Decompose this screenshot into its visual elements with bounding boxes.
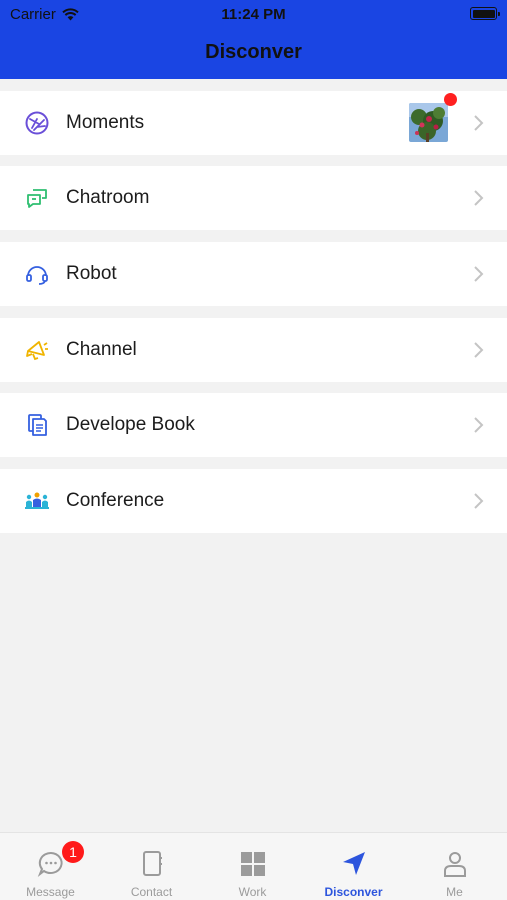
book-icon xyxy=(24,412,50,438)
tab-disconver-label: Disconver xyxy=(324,885,383,899)
page-title: Disconver xyxy=(205,41,302,63)
work-icon xyxy=(241,852,265,876)
chevron-right-icon xyxy=(474,115,484,131)
chevron-right-icon xyxy=(474,342,484,358)
robot-row[interactable]: Robot xyxy=(0,242,507,306)
tab-contact-label: Contact xyxy=(130,885,173,899)
status-bar: Carrier 11:24 PM xyxy=(0,0,507,28)
moments-label: Moments xyxy=(66,112,145,133)
chatroom-row[interactable]: Chatroom xyxy=(0,166,507,230)
top-header: Carrier 11:24 PM Disconver xyxy=(0,0,507,79)
person-icon xyxy=(444,852,466,877)
moments-row[interactable]: Moments xyxy=(0,91,507,155)
chatroom-icon xyxy=(24,185,50,211)
chevron-right-icon xyxy=(474,190,484,206)
develope-book-label: Develope Book xyxy=(66,414,195,435)
tab-disconver[interactable]: Disconver xyxy=(303,833,404,900)
conference-row[interactable]: Conference xyxy=(0,469,507,533)
robot-icon xyxy=(24,261,50,287)
status-time: 11:24 PM xyxy=(221,6,286,23)
conference-icon xyxy=(24,488,50,514)
chatroom-label: Chatroom xyxy=(66,187,150,208)
tab-work-label: Work xyxy=(238,885,267,899)
navigation-icon xyxy=(343,852,365,875)
unread-dot xyxy=(444,93,457,106)
tab-work[interactable]: Work xyxy=(202,833,303,900)
moments-thumbnail xyxy=(409,103,448,142)
bottom-tab-bar: 1 Message Contact Work Disconver Me xyxy=(0,832,507,900)
message-badge: 1 xyxy=(62,841,84,863)
develope-book-row[interactable]: Develope Book xyxy=(0,393,507,457)
tab-me[interactable]: Me xyxy=(404,833,505,900)
tab-me-label: Me xyxy=(446,885,463,899)
tab-message-label: Message xyxy=(26,885,75,899)
channel-icon xyxy=(24,337,50,363)
tab-message[interactable]: 1 Message xyxy=(0,833,101,900)
battery-icon xyxy=(470,7,500,20)
moments-icon xyxy=(24,110,50,136)
conference-label: Conference xyxy=(66,490,165,511)
tab-contact[interactable]: Contact xyxy=(101,833,202,900)
chevron-right-icon xyxy=(474,417,484,433)
contact-icon xyxy=(143,851,162,876)
channel-row[interactable]: Channel xyxy=(0,318,507,382)
robot-label: Robot xyxy=(66,263,117,284)
channel-label: Channel xyxy=(66,339,137,360)
chevron-right-icon xyxy=(474,493,484,509)
chevron-right-icon xyxy=(474,266,484,282)
